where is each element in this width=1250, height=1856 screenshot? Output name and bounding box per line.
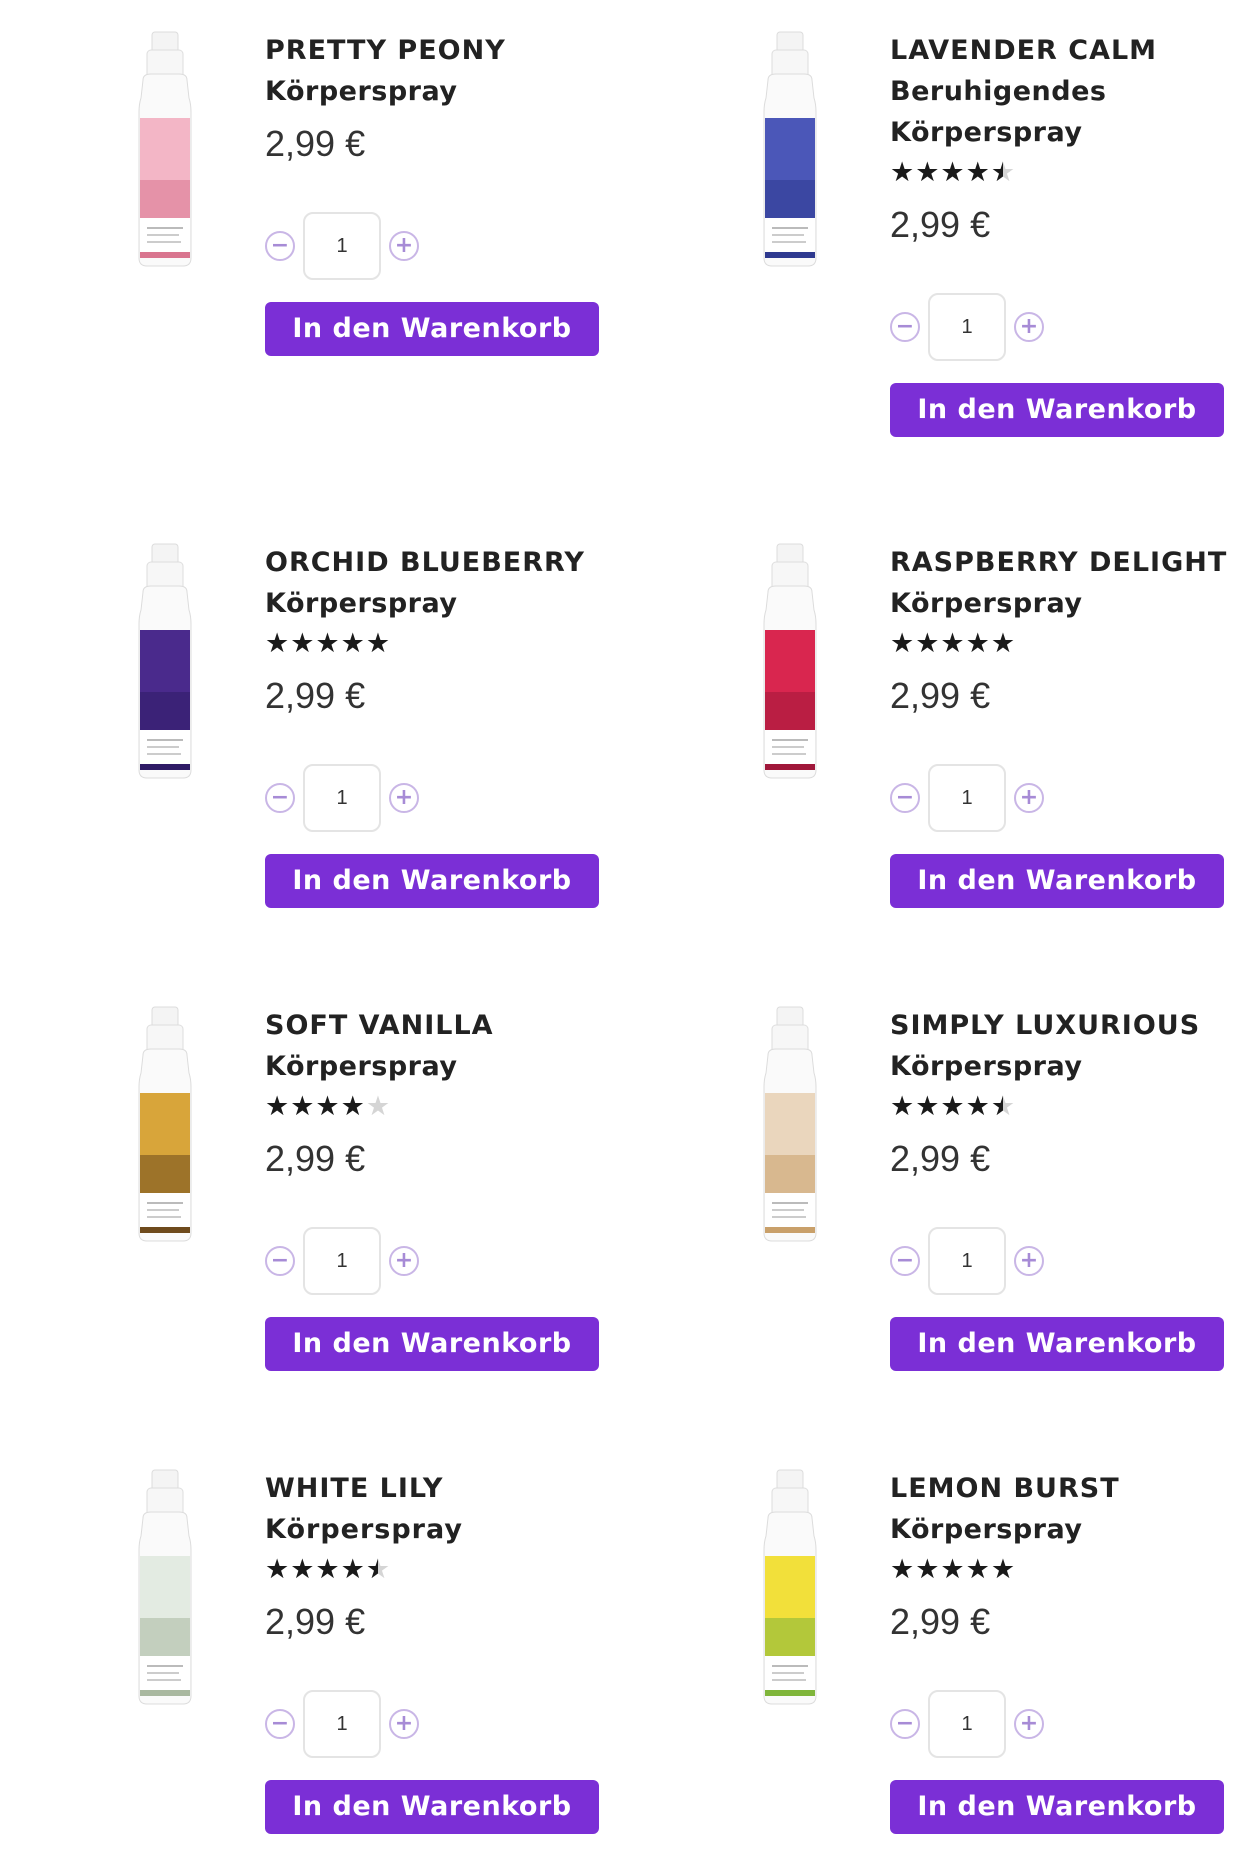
- product-price: 2,99 €: [890, 1138, 991, 1179]
- quantity-stepper: −1 +: [890, 293, 1250, 361]
- product-price: 2,99 €: [265, 1138, 366, 1179]
- product-title[interactable]: RASPBERRY DELIGHT: [890, 542, 1250, 583]
- minus-circle-icon[interactable]: −: [265, 1246, 295, 1276]
- product-info: LAVENDER CALM Beruhigendes Körperspray ★★★★…: [890, 30, 1250, 437]
- star-icon: ★★★★★: [265, 1091, 366, 1122]
- quantity-stepper: −1 +: [890, 1227, 1250, 1295]
- add-to-cart-button[interactable]: In den Warenkorb: [890, 1780, 1224, 1834]
- product-image[interactable]: [95, 542, 235, 782]
- quantity-stepper: −1 +: [265, 764, 645, 832]
- product-info: SIMPLY LUXURIOUSKörperspray★★★★★★★★★★ 2,9…: [890, 1005, 1250, 1371]
- product-info: ORCHID BLUEBERRY Körperspray ★★★★★ ★★★★★ 2,9…: [265, 542, 645, 908]
- product-subtitle[interactable]: Körperspray: [265, 1046, 645, 1087]
- star-icon: ★★★★★: [265, 628, 392, 659]
- product-price: 2,99 €: [265, 675, 366, 716]
- product-price: 2,99 €: [890, 1601, 991, 1642]
- star-icon: ★★★★★: [890, 1091, 1003, 1122]
- product-info: PRETTY PEONY Körperspray 2,99 € −1 + In den W…: [265, 30, 645, 356]
- product-image[interactable]: [95, 1468, 235, 1708]
- add-to-cart-button[interactable]: In den Warenkorb: [890, 1317, 1224, 1371]
- plus-circle-icon[interactable]: +: [1014, 1246, 1044, 1276]
- star-icon: ★★★★★: [265, 1554, 378, 1585]
- product-info: LEMON BURST Körperspray ★★★★★ ★★★★★ 2,99 € −1…: [890, 1468, 1250, 1834]
- rating-stars: ★★★★★★★★★★: [890, 153, 1016, 193]
- product-subtitle[interactable]: Körperspray: [890, 112, 1250, 153]
- product-price: 2,99 €: [890, 675, 991, 716]
- quantity-stepper: −1 +: [265, 1227, 645, 1295]
- product-image[interactable]: [95, 30, 235, 270]
- product-subtitle[interactable]: Körperspray: [265, 71, 645, 112]
- plus-circle-icon[interactable]: +: [389, 1246, 419, 1276]
- product-price: 2,99 €: [265, 1601, 366, 1642]
- star-icon: ★★★★★: [890, 157, 1003, 188]
- plus-circle-icon[interactable]: +: [389, 783, 419, 813]
- product-image[interactable]: [720, 1468, 860, 1708]
- add-to-cart-button[interactable]: In den Warenkorb: [265, 1317, 599, 1371]
- plus-circle-icon[interactable]: +: [1014, 312, 1044, 342]
- star-icon: ★★★★★: [890, 628, 1017, 659]
- add-to-cart-button[interactable]: In den Warenkorb: [890, 854, 1224, 908]
- quantity-input[interactable]: 1: [303, 1690, 381, 1758]
- quantity-input[interactable]: 1: [928, 293, 1006, 361]
- product-price: 2,99 €: [265, 123, 366, 164]
- rating-stars: ★★★★★★★★★★: [890, 1550, 1016, 1590]
- plus-circle-icon[interactable]: +: [1014, 783, 1044, 813]
- product-info: RASPBERRY DELIGHT Körperspray ★★★★★ ★★★★★ 2,…: [890, 542, 1250, 908]
- rating-stars: ★★★★★★★★★★: [265, 624, 391, 664]
- quantity-stepper: −1 +: [265, 212, 645, 280]
- product-image[interactable]: [720, 30, 860, 270]
- minus-circle-icon[interactable]: −: [265, 231, 295, 261]
- add-to-cart-button[interactable]: In den Warenkorb: [265, 302, 599, 356]
- minus-circle-icon[interactable]: −: [890, 1709, 920, 1739]
- product-image[interactable]: [95, 1005, 235, 1245]
- product-title[interactable]: LEMON BURST: [890, 1468, 1250, 1509]
- add-to-cart-button[interactable]: In den Warenkorb: [265, 854, 599, 908]
- plus-circle-icon[interactable]: +: [389, 1709, 419, 1739]
- rating-stars: ★★★★★★★★★★: [265, 1550, 391, 1590]
- product-subtitle[interactable]: Körperspray: [265, 583, 645, 624]
- minus-circle-icon[interactable]: −: [265, 783, 295, 813]
- product-title[interactable]: PRETTY PEONY: [265, 30, 645, 71]
- quantity-input[interactable]: 1: [303, 1227, 381, 1295]
- product-title[interactable]: SOFT VANILLA: [265, 1005, 645, 1046]
- product-info: WHITE LILY Körperspray★★★★★★★★★★ 2,99 € −1…: [265, 1468, 645, 1834]
- quantity-stepper: −1 +: [265, 1690, 645, 1758]
- product-title[interactable]: ORCHID BLUEBERRY: [265, 542, 645, 583]
- minus-circle-icon[interactable]: −: [890, 1246, 920, 1276]
- product-title[interactable]: LAVENDER CALM: [890, 30, 1250, 71]
- quantity-stepper: −1 +: [890, 764, 1250, 832]
- minus-circle-icon[interactable]: −: [890, 312, 920, 342]
- quantity-input[interactable]: 1: [928, 764, 1006, 832]
- product-image[interactable]: [720, 1005, 860, 1245]
- star-icon: ★★★★★: [890, 1554, 1017, 1585]
- quantity-input[interactable]: 1: [928, 1690, 1006, 1758]
- quantity-input[interactable]: 1: [303, 764, 381, 832]
- rating-stars: ★★★★★★★★★★: [890, 1087, 1016, 1127]
- rating-stars: ★★★★★★★★★★: [890, 624, 1016, 664]
- product-price: 2,99 €: [890, 204, 991, 245]
- product-info: SOFT VANILLAKörperspray★★★★★★★★★★ 2,99 € −…: [265, 1005, 645, 1371]
- plus-circle-icon[interactable]: +: [389, 231, 419, 261]
- quantity-input[interactable]: 1: [928, 1227, 1006, 1295]
- product-title[interactable]: WHITE LILY Körperspray: [265, 1468, 645, 1550]
- quantity-input[interactable]: 1: [303, 212, 381, 280]
- product-subtitle[interactable]: Körperspray: [890, 1509, 1250, 1550]
- minus-circle-icon[interactable]: −: [265, 1709, 295, 1739]
- quantity-stepper: −1 +: [890, 1690, 1250, 1758]
- plus-circle-icon[interactable]: +: [1014, 1709, 1044, 1739]
- product-subtitle[interactable]: Körperspray: [890, 583, 1250, 624]
- add-to-cart-button[interactable]: In den Warenkorb: [265, 1780, 599, 1834]
- product-subtitle[interactable]: Beruhigendes: [890, 71, 1250, 112]
- rating-stars: ★★★★★★★★★★: [265, 1087, 391, 1127]
- product-title[interactable]: SIMPLY LUXURIOUS: [890, 1005, 1250, 1046]
- add-to-cart-button[interactable]: In den Warenkorb: [890, 383, 1224, 437]
- product-image[interactable]: [720, 542, 860, 782]
- product-subtitle[interactable]: Körperspray: [890, 1046, 1250, 1087]
- minus-circle-icon[interactable]: −: [890, 783, 920, 813]
